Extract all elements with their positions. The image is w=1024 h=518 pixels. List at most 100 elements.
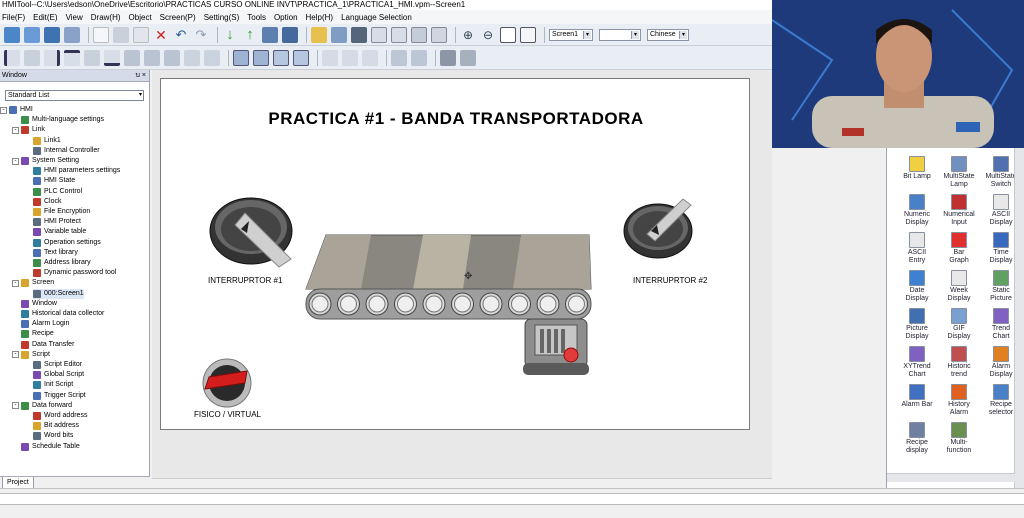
send-backward-icon[interactable] xyxy=(293,49,309,66)
tree-item-global-script[interactable]: Global Script xyxy=(33,370,84,380)
screen-preview-icon[interactable] xyxy=(371,26,387,43)
part-picture-display[interactable]: Picture Display xyxy=(895,308,939,341)
tree-item-system-setting[interactable]: - System Setting xyxy=(12,156,79,166)
menu-view[interactable]: View xyxy=(66,13,83,22)
upload-icon[interactable]: ↑ xyxy=(242,26,258,43)
tree-item-bit-address[interactable]: Bit address xyxy=(33,421,79,431)
send-back-icon[interactable] xyxy=(253,49,269,66)
part-numerical-input[interactable]: Numerical Input xyxy=(937,194,981,227)
find-icon[interactable] xyxy=(331,26,347,43)
part-historic-trend[interactable]: Historic trend xyxy=(937,346,981,379)
ungroup-icon[interactable] xyxy=(411,49,427,66)
menu-language-selection[interactable]: Language Selection xyxy=(341,13,412,22)
simulate-offline-icon[interactable] xyxy=(262,26,278,43)
folder-icon[interactable] xyxy=(311,26,327,43)
table-icon[interactable] xyxy=(431,26,447,43)
tree-item-file-encryption[interactable]: File Encryption xyxy=(33,207,90,217)
tree-item-word-bits[interactable]: Word bits xyxy=(33,431,73,441)
actual-size-icon[interactable] xyxy=(520,26,536,43)
part-history-alarm[interactable]: History Alarm xyxy=(937,384,981,417)
tree-item-window[interactable]: Window xyxy=(21,299,57,309)
part-ascii-entry[interactable]: ASCII Entry xyxy=(895,232,939,265)
fit-window-icon[interactable] xyxy=(500,26,516,43)
frame-icon[interactable] xyxy=(411,26,427,43)
parts-horizontal-scrollbar[interactable] xyxy=(887,473,1015,482)
part-recipe-display[interactable]: Recipe display xyxy=(895,422,939,455)
zoom-in-icon[interactable]: ⊕ xyxy=(460,27,476,43)
list-select[interactable]: Standard List ▾ xyxy=(5,90,144,101)
group-icon[interactable] xyxy=(391,49,407,66)
tree-item-variable-table[interactable]: Variable table xyxy=(33,227,86,237)
tree-item-alarm-login[interactable]: Alarm Login xyxy=(21,319,69,329)
tree-item-hmi-parameters-settings[interactable]: HMI parameters settings xyxy=(33,166,120,176)
screen-editor[interactable]: PRACTICA #1 - BANDA TRANSPORTADORA ✥ INT… xyxy=(152,70,772,488)
align-center-icon[interactable] xyxy=(24,49,40,66)
part-date-display[interactable]: Date Display xyxy=(895,270,939,303)
new-project-icon[interactable] xyxy=(4,26,20,43)
editor-horizontal-scrollbar[interactable] xyxy=(152,478,772,488)
menu-screen[interactable]: Screen(P) xyxy=(160,13,196,22)
tree-item-hmi-state[interactable]: HMI State xyxy=(33,176,75,186)
tree-collapse-icon[interactable]: - xyxy=(12,351,19,359)
physical-virtual-selector[interactable] xyxy=(202,358,252,408)
delete-icon[interactable]: ✕ xyxy=(153,27,169,43)
tree-collapse-icon[interactable]: - xyxy=(0,106,7,114)
same-width-icon[interactable] xyxy=(124,49,140,66)
new-file-icon[interactable] xyxy=(93,26,109,43)
tree-item-link1[interactable]: Link1 xyxy=(33,136,61,146)
tree-item-000-screen1[interactable]: 000:Screen1 xyxy=(33,288,84,299)
simulate-online-icon[interactable] xyxy=(282,26,298,43)
tree-item-script-editor[interactable]: Script Editor xyxy=(33,360,82,370)
menu-draw[interactable]: Draw(H) xyxy=(91,13,121,22)
tree-collapse-icon[interactable]: - xyxy=(12,402,19,410)
open-project-icon[interactable] xyxy=(24,26,40,43)
part-xytrend-chart[interactable]: XYTrend Chart xyxy=(895,346,939,379)
tree-item-screen[interactable]: - Screen xyxy=(12,278,54,288)
tree-item-data-transfer[interactable]: Data Transfer xyxy=(21,340,74,350)
bring-forward-icon[interactable] xyxy=(273,49,289,66)
align-bottom-icon[interactable] xyxy=(104,49,120,66)
tree-item-dynamic-password-tool[interactable]: Dynamic password tool xyxy=(33,268,116,278)
download-icon[interactable]: ↓ xyxy=(222,26,238,43)
unlock-icon[interactable] xyxy=(460,49,476,66)
rotary-switch-1[interactable] xyxy=(209,197,293,268)
screen-select[interactable]: Screen1 ▾ xyxy=(549,28,593,41)
tree-item-historical-data-collector[interactable]: Historical data collector xyxy=(21,309,104,319)
same-height-icon[interactable] xyxy=(144,49,160,66)
tree-item-word-address[interactable]: Word address xyxy=(33,411,87,421)
part-bar-graph[interactable]: Bar Graph xyxy=(937,232,981,265)
copy-icon[interactable] xyxy=(133,26,149,43)
bring-front-icon[interactable] xyxy=(233,49,249,66)
align-right-icon[interactable] xyxy=(44,49,60,66)
tree-collapse-icon[interactable]: - xyxy=(12,126,19,134)
parts-vertical-scrollbar[interactable] xyxy=(1014,148,1024,488)
menu-object[interactable]: Object xyxy=(129,13,152,22)
tree-item-recipe[interactable]: Recipe xyxy=(21,329,54,339)
tree-item-schedule-table[interactable]: Schedule Table xyxy=(21,442,80,452)
lock-icon[interactable] xyxy=(440,49,456,66)
part-alarm-bar[interactable]: Alarm Bar xyxy=(895,384,939,409)
align-top-icon[interactable] xyxy=(64,49,80,66)
menu-edit[interactable]: Edit(E) xyxy=(33,13,57,22)
cut-icon[interactable] xyxy=(113,26,129,43)
language-select[interactable]: Chinese ▾ xyxy=(647,28,689,41)
tree-collapse-icon[interactable]: - xyxy=(12,157,19,165)
menu-option[interactable]: Option xyxy=(274,13,298,22)
h-space-icon[interactable] xyxy=(184,49,200,66)
part-gif-display[interactable]: GIF Display xyxy=(937,308,981,341)
menu-help[interactable]: Help(H) xyxy=(306,13,334,22)
align-middle-icon[interactable] xyxy=(84,49,100,66)
menu-setting[interactable]: Setting(S) xyxy=(204,13,240,22)
tree-item-address-library[interactable]: Address library xyxy=(33,258,91,268)
save-icon[interactable] xyxy=(64,26,80,43)
part-numeric-display[interactable]: Numeric Display xyxy=(895,194,939,227)
panel-controls[interactable]: บ × xyxy=(136,70,146,82)
tree-item-multi-language-settings[interactable]: Multi-language settings xyxy=(21,115,104,125)
align-left-icon[interactable] xyxy=(4,49,20,66)
hmi-screen-canvas[interactable]: PRACTICA #1 - BANDA TRANSPORTADORA ✥ INT… xyxy=(160,78,750,430)
part-multistate-lamp[interactable]: MultiState Lamp xyxy=(937,156,981,189)
tree-item-script[interactable]: - Script xyxy=(12,350,50,360)
tree-item-hmi-protect[interactable]: HMI Protect xyxy=(33,217,81,227)
tree-item-internal-controller[interactable]: Internal Controller xyxy=(33,146,100,156)
tree-item-operation-settings[interactable]: Operation settings xyxy=(33,238,101,248)
